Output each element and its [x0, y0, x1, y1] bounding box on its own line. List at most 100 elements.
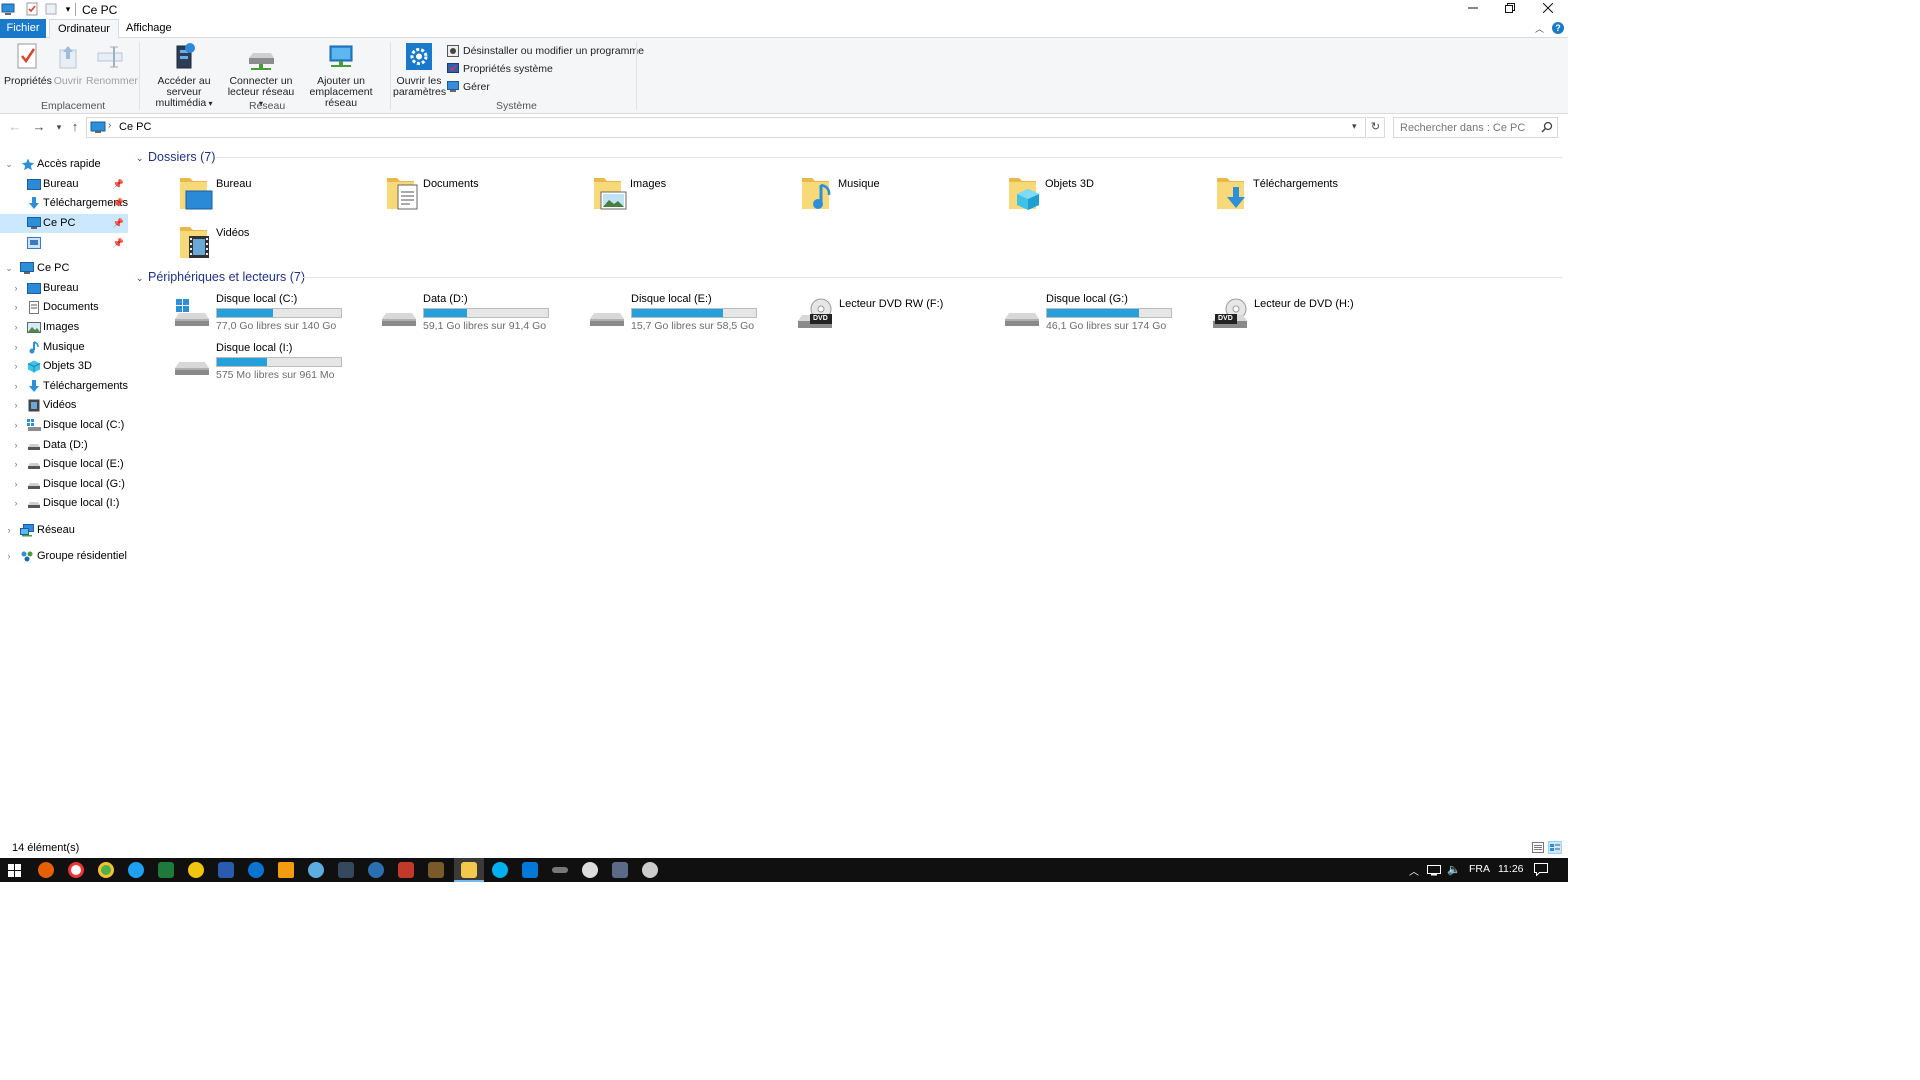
edge-icon[interactable]: [248, 862, 264, 878]
add-network-location-button[interactable]: Ajouter un emplacement réseau: [296, 42, 386, 109]
nav-pc-desktop[interactable]: › Bureau: [0, 279, 128, 298]
drive-d[interactable]: Data (D:) 59,1 Go libres sur 91,4 Go: [381, 293, 581, 337]
nav-quick-access[interactable]: ⌄ Accès rapide: [0, 155, 128, 174]
collapsed-chevron-icon[interactable]: ›: [11, 416, 21, 435]
details-view-icon[interactable]: [1532, 842, 1544, 856]
nav-pc-drive-c[interactable]: › Disque local (C:): [0, 416, 128, 435]
folder-music[interactable]: Musique: [801, 175, 1001, 219]
breadcrumb-chevron-icon[interactable]: ›: [108, 120, 111, 131]
tab-computer[interactable]: Ordinateur: [49, 19, 119, 39]
customize-quick-access-icon[interactable]: ▾: [61, 2, 75, 16]
network-tray-icon[interactable]: [1427, 865, 1441, 879]
restore-button[interactable]: [1492, 0, 1528, 19]
nav-network[interactable]: › Réseau: [0, 521, 128, 540]
folder-documents[interactable]: Documents: [386, 175, 586, 219]
app-icon[interactable]: [642, 862, 658, 878]
collapse-ribbon-icon[interactable]: ︿: [1535, 22, 1544, 35]
media-server-button[interactable]: Accéder au serveur multimédia ▾: [142, 42, 226, 109]
collapsed-chevron-icon[interactable]: ›: [11, 318, 21, 337]
itunes-icon[interactable]: [582, 862, 598, 878]
drive-i[interactable]: Disque local (I:) 575 Mo libres sur 961 …: [174, 342, 374, 386]
app-icon[interactable]: [552, 867, 568, 873]
folder-images[interactable]: Images: [593, 175, 793, 219]
back-arrow-icon[interactable]: ←: [7, 119, 23, 135]
nav-qa-this-pc[interactable]: Ce PC 📌: [0, 214, 128, 233]
search-input[interactable]: [1400, 119, 1540, 137]
google-icon[interactable]: [68, 862, 84, 878]
folder-videos[interactable]: Vidéos: [179, 224, 379, 268]
properties-quick-icon[interactable]: [25, 2, 39, 16]
app-icon[interactable]: [338, 862, 354, 878]
nav-pc-drive-g[interactable]: › Disque local (G:): [0, 475, 128, 494]
windows-start-icon[interactable]: [8, 864, 21, 880]
folder-desktop[interactable]: Bureau: [179, 175, 379, 219]
vlc-icon[interactable]: [278, 862, 294, 878]
address-dropdown-icon[interactable]: ▾: [1352, 121, 1357, 132]
nav-pc-drive-i[interactable]: › Disque local (I:): [0, 494, 128, 513]
volume-icon[interactable]: 🔈: [1447, 863, 1461, 876]
up-arrow-icon[interactable]: ↑: [67, 119, 83, 135]
collapsed-chevron-icon[interactable]: ›: [11, 279, 21, 298]
collapsed-chevron-icon[interactable]: ›: [11, 436, 21, 455]
file-explorer-taskbar-button[interactable]: [454, 858, 484, 882]
nav-this-pc[interactable]: ⌄ Ce PC: [0, 259, 128, 278]
rename-button[interactable]: Renommer: [86, 42, 138, 87]
tab-file[interactable]: Fichier: [0, 19, 46, 38]
pin-icon[interactable]: 📌: [113, 234, 124, 253]
uninstall-program-button[interactable]: Désinstaller ou modifier un programme: [447, 43, 644, 59]
drive-c[interactable]: Disque local (C:) 77,0 Go libres sur 140…: [174, 293, 374, 337]
system-properties-button[interactable]: Propriétés système: [447, 61, 553, 77]
folders-section-header[interactable]: ⌄ Dossiers (7): [136, 148, 215, 166]
folder-downloads[interactable]: Téléchargements: [1216, 175, 1416, 219]
map-network-drive-button[interactable]: Connecter un lecteur réseau ▾: [226, 42, 296, 109]
pin-icon[interactable]: 📌: [113, 194, 124, 213]
address-path[interactable]: Ce PC: [119, 121, 151, 133]
folder-3d-objects[interactable]: Objets 3D: [1008, 175, 1208, 219]
close-button[interactable]: [1530, 0, 1566, 19]
nav-pc-drive-d[interactable]: › Data (D:): [0, 436, 128, 455]
nav-pc-videos[interactable]: › Vidéos: [0, 396, 128, 415]
firefox-icon[interactable]: [38, 862, 54, 878]
nav-qa-downloads[interactable]: Téléchargements 📌: [0, 194, 128, 213]
collapsed-chevron-icon[interactable]: ›: [11, 494, 21, 513]
expanded-chevron-icon[interactable]: ⌄: [136, 269, 148, 287]
address-bar[interactable]: › Ce PC ▾: [86, 117, 1366, 138]
nav-pc-drive-e[interactable]: › Disque local (E:): [0, 455, 128, 474]
new-folder-quick-icon[interactable]: [44, 2, 58, 16]
collapsed-chevron-icon[interactable]: ›: [11, 338, 21, 357]
app-icon[interactable]: [612, 862, 628, 878]
language-indicator[interactable]: FRA: [1469, 863, 1490, 875]
excel-icon[interactable]: [158, 862, 174, 878]
expanded-chevron-icon[interactable]: ⌄: [4, 259, 14, 278]
drive-g[interactable]: Disque local (G:) 46,1 Go libres sur 174…: [1004, 293, 1204, 337]
internet-explorer-icon[interactable]: [128, 862, 144, 878]
action-center-icon[interactable]: [1534, 863, 1548, 879]
chrome-icon[interactable]: [98, 862, 114, 878]
nav-pc-documents[interactable]: › Documents: [0, 298, 128, 317]
show-hidden-icons-chevron-icon[interactable]: ︿: [1409, 863, 1419, 878]
app-icon[interactable]: [188, 862, 204, 878]
collapsed-chevron-icon[interactable]: ›: [11, 377, 21, 396]
nav-qa-desktop[interactable]: Bureau 📌: [0, 175, 128, 194]
nav-pc-downloads[interactable]: › Téléchargements: [0, 377, 128, 396]
search-icon[interactable]: [1541, 121, 1553, 136]
devices-section-header[interactable]: ⌄ Périphériques et lecteurs (7): [136, 268, 305, 286]
manage-button[interactable]: Gérer: [447, 79, 490, 95]
minimize-button[interactable]: [1455, 0, 1491, 19]
gmail-icon[interactable]: [398, 862, 414, 878]
pin-icon[interactable]: 📌: [113, 175, 124, 194]
skype-icon[interactable]: [492, 862, 508, 878]
collapsed-chevron-icon[interactable]: ›: [11, 298, 21, 317]
collapsed-chevron-icon[interactable]: ›: [11, 455, 21, 474]
expanded-chevron-icon[interactable]: ⌄: [136, 149, 148, 167]
app-icon[interactable]: [308, 862, 324, 878]
nav-pc-3d-objects[interactable]: › Objets 3D: [0, 357, 128, 376]
collapsed-chevron-icon[interactable]: ›: [4, 521, 14, 540]
refresh-icon[interactable]: ↻: [1367, 117, 1385, 138]
properties-button[interactable]: Propriétés: [4, 42, 52, 87]
collapsed-chevron-icon[interactable]: ›: [4, 547, 14, 566]
open-button[interactable]: Ouvrir: [50, 42, 86, 87]
nav-pc-music[interactable]: › Musique: [0, 338, 128, 357]
nav-homegroup[interactable]: › Groupe résidentiel: [0, 547, 128, 566]
nav-pc-images[interactable]: › Images: [0, 318, 128, 337]
